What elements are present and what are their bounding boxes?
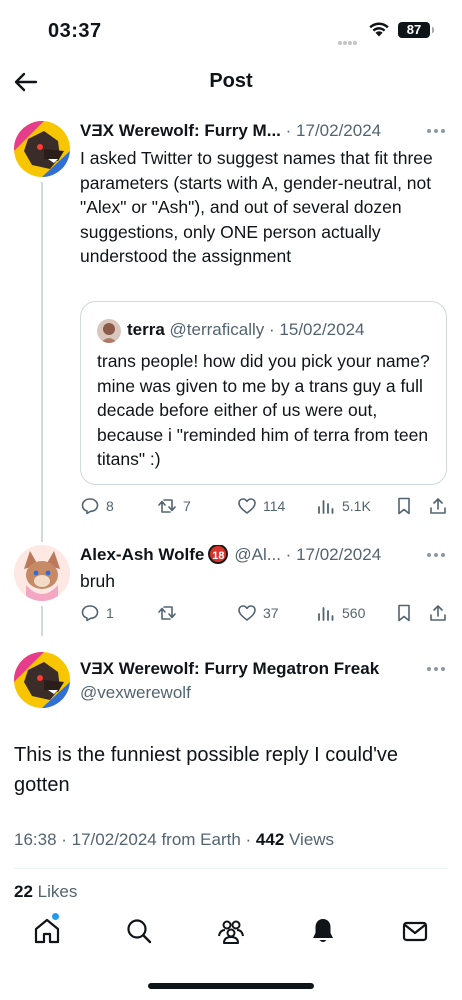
like-count: 114 bbox=[263, 498, 286, 514]
divider bbox=[14, 868, 448, 869]
share-icon bbox=[430, 498, 446, 514]
action-bar: 8 7 114 5.1K bbox=[80, 494, 452, 518]
tweet-text: bruh bbox=[80, 571, 116, 591]
reply-button[interactable]: 1 bbox=[80, 601, 114, 625]
bookmark-icon bbox=[398, 604, 410, 622]
bookmark-button[interactable] bbox=[394, 601, 414, 625]
tweet-date[interactable]: 17/02/2024 bbox=[296, 121, 381, 140]
quoted-date: 15/02/2024 bbox=[279, 320, 365, 339]
tweet-meta: VƎX Werewolf: Furry M... · 17/02/2024 bbox=[80, 121, 406, 141]
thread-connector bbox=[41, 182, 43, 542]
tweet-meta: Alex-Ash Wolfe 18 @Al... · 17/02/2024 bbox=[80, 545, 406, 565]
age-badge-icon: 18 bbox=[208, 545, 229, 565]
bookmark-button[interactable] bbox=[394, 494, 414, 518]
more-options-icon[interactable] bbox=[426, 128, 446, 134]
avatar[interactable] bbox=[14, 121, 70, 177]
reply-icon bbox=[81, 498, 99, 515]
reply-count: 1 bbox=[106, 605, 114, 621]
display-name[interactable]: VƎX Werewolf: Furry M... bbox=[80, 121, 281, 140]
retweet-button[interactable]: 7 bbox=[157, 494, 191, 518]
user-handle[interactable]: @vexwerewolf bbox=[80, 683, 191, 702]
share-button[interactable] bbox=[428, 494, 448, 518]
author-name-row: VƎX Werewolf: Furry Megatron Freak bbox=[80, 659, 412, 679]
views-label: Views bbox=[284, 830, 335, 849]
wifi-icon bbox=[369, 22, 389, 37]
quoted-avatar[interactable] bbox=[97, 319, 121, 343]
unread-dot bbox=[52, 913, 59, 920]
reply-button[interactable]: 8 bbox=[80, 494, 114, 518]
reply-count: 8 bbox=[106, 498, 114, 514]
action-bar: 1 37 560 bbox=[80, 601, 452, 625]
communities-icon[interactable] bbox=[216, 916, 246, 946]
quoted-display-name[interactable]: terra bbox=[127, 320, 165, 339]
notifications-icon[interactable] bbox=[308, 916, 338, 946]
retweet-icon bbox=[158, 606, 176, 620]
like-button[interactable]: 37 bbox=[237, 601, 279, 625]
cellular-icon bbox=[338, 32, 362, 45]
tweet-date[interactable]: 17/02/2024 bbox=[296, 545, 381, 564]
views-button[interactable]: 5.1K bbox=[316, 494, 371, 518]
views-count: 5.1K bbox=[342, 498, 371, 514]
likes-summary[interactable]: 22 Likes bbox=[14, 882, 77, 902]
thread-connector bbox=[41, 606, 43, 636]
display-name[interactable]: Alex-Ash Wolfe bbox=[80, 545, 204, 564]
timestamp-text: 16:38 · 17/02/2024 from Earth · bbox=[14, 830, 256, 849]
search-icon[interactable] bbox=[124, 916, 154, 946]
more-options-icon[interactable] bbox=[426, 666, 446, 672]
share-icon bbox=[430, 605, 446, 621]
share-button[interactable] bbox=[428, 601, 448, 625]
views-icon bbox=[318, 607, 334, 621]
retweet-count: 7 bbox=[183, 498, 191, 514]
likes-total: 22 bbox=[14, 882, 33, 901]
views-button[interactable]: 560 bbox=[316, 601, 365, 625]
display-name[interactable]: VƎX Werewolf: Furry Megatron Freak bbox=[80, 659, 379, 678]
more-options-icon[interactable] bbox=[426, 552, 446, 558]
retweet-icon bbox=[158, 499, 176, 513]
top-bar: Post bbox=[0, 58, 462, 106]
separator: · bbox=[285, 121, 292, 140]
reply-icon bbox=[81, 605, 99, 622]
bookmark-icon bbox=[398, 497, 410, 515]
status-bar: 03:37 87 bbox=[0, 0, 462, 58]
quoted-handle[interactable]: @terrafically bbox=[170, 320, 265, 339]
home-indicator[interactable] bbox=[148, 983, 314, 989]
heart-icon bbox=[238, 605, 256, 621]
views-icon bbox=[318, 500, 334, 514]
home-icon[interactable] bbox=[32, 916, 62, 946]
quoted-text: trans people! how did you pick your name… bbox=[97, 351, 430, 469]
messages-icon[interactable] bbox=[400, 916, 430, 946]
separator: · bbox=[269, 320, 275, 339]
quoted-meta: terra @terrafically · 15/02/2024 bbox=[127, 320, 365, 340]
like-count: 37 bbox=[263, 605, 279, 621]
separator: · bbox=[285, 545, 292, 564]
likes-label: Likes bbox=[32, 882, 78, 901]
like-button[interactable]: 114 bbox=[237, 494, 285, 518]
status-time: 03:37 bbox=[48, 20, 102, 42]
views-count: 560 bbox=[342, 605, 366, 621]
retweet-button[interactable] bbox=[157, 601, 177, 625]
author-handle-row: @vexwerewolf bbox=[80, 683, 448, 703]
quoted-tweet[interactable]: terra @terrafically · 15/02/2024 trans p… bbox=[80, 301, 447, 485]
tweet-text: I asked Twitter to suggest names that fi… bbox=[80, 148, 433, 266]
heart-icon bbox=[238, 498, 256, 514]
avatar[interactable] bbox=[14, 545, 70, 601]
views-total: 442 bbox=[255, 830, 285, 849]
tweet-timestamp: 16:38 · 17/02/2024 from Earth · 442 View… bbox=[14, 830, 334, 850]
user-handle[interactable]: @Al... bbox=[234, 545, 281, 564]
avatar[interactable] bbox=[14, 652, 70, 708]
battery-indicator: 87 bbox=[398, 22, 434, 38]
focused-tweet-text: This is the funniest possible reply I co… bbox=[14, 744, 399, 796]
page-title: Post bbox=[209, 70, 253, 92]
